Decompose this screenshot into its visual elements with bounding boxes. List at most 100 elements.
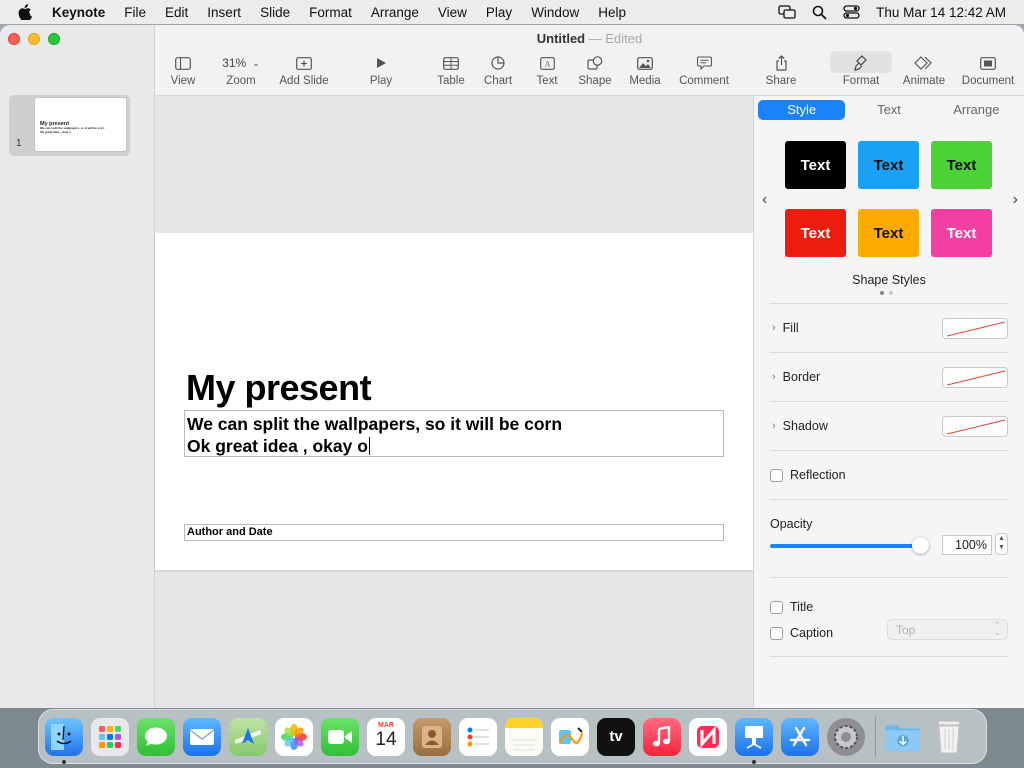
chevron-down-icon: ⌄ xyxy=(252,57,260,68)
control-center-icon[interactable] xyxy=(843,5,860,19)
apple-tv-icon[interactable]: tv xyxy=(597,717,635,756)
shadow-disclosure[interactable]: › Shadow xyxy=(772,419,828,433)
menu-edit[interactable]: Edit xyxy=(165,5,188,20)
fill-label: Fill xyxy=(782,321,799,335)
search-icon[interactable] xyxy=(812,5,827,20)
screen-mirroring-icon[interactable] xyxy=(778,5,796,19)
chevron-left-icon[interactable]: ‹ xyxy=(762,191,767,209)
shadow-well[interactable] xyxy=(942,416,1008,437)
menu-slide[interactable]: Slide xyxy=(260,5,290,20)
document-icon xyxy=(958,52,1018,74)
opacity-field[interactable]: 100% xyxy=(942,535,992,555)
finder-icon[interactable] xyxy=(45,717,83,764)
play-button[interactable]: Play xyxy=(365,52,397,87)
app-store-icon[interactable] xyxy=(781,717,819,756)
comment-button[interactable]: Comment xyxy=(676,52,732,87)
chevron-right-icon[interactable]: › xyxy=(1013,191,1018,209)
close-window-button[interactable] xyxy=(8,33,20,45)
menu-keynote[interactable]: Keynote xyxy=(52,5,105,20)
reminders-icon[interactable] xyxy=(459,717,497,756)
border-well[interactable] xyxy=(942,367,1008,388)
animate-button[interactable]: Animate xyxy=(899,52,949,87)
title-checkbox[interactable] xyxy=(770,600,783,614)
slide-thumbnail[interactable]: My present We can split the wallpapers, … xyxy=(35,98,126,151)
no-fill-icon xyxy=(946,321,1006,337)
caption-option[interactable]: Caption xyxy=(770,626,833,640)
menu-insert[interactable]: Insert xyxy=(207,5,241,20)
menu-view[interactable]: View xyxy=(438,5,467,20)
slide-title[interactable]: My present xyxy=(186,367,372,409)
calendar-icon[interactable]: MAR 14 xyxy=(367,717,405,756)
photos-icon[interactable] xyxy=(275,717,313,756)
shape-style-swatch[interactable]: Text xyxy=(931,141,992,189)
updown-chevron-icon: ⌃ ⌄ xyxy=(993,620,1001,637)
music-icon[interactable] xyxy=(643,717,681,756)
menu-arrange[interactable]: Arrange xyxy=(371,5,419,20)
shape-style-swatch[interactable]: Text xyxy=(931,209,992,257)
trash-icon[interactable] xyxy=(930,718,968,756)
mail-icon[interactable] xyxy=(183,717,221,756)
menu-help[interactable]: Help xyxy=(598,5,626,20)
shape-style-swatch[interactable]: Text xyxy=(858,141,919,189)
freeform-icon[interactable] xyxy=(551,717,589,756)
reflection-option[interactable]: Reflection xyxy=(770,468,846,482)
document-button[interactable]: Document xyxy=(958,52,1018,87)
opacity-slider-track[interactable] xyxy=(770,544,920,548)
tab-text[interactable]: Text xyxy=(845,100,932,120)
zoom-control[interactable]: 31% ⌄ Zoom xyxy=(213,52,269,87)
minimize-window-button[interactable] xyxy=(28,33,40,45)
launchpad-icon[interactable] xyxy=(91,717,129,756)
table-button[interactable]: Table xyxy=(435,52,467,87)
shape-style-swatch[interactable]: Text xyxy=(785,141,846,189)
shape-icon xyxy=(577,52,613,74)
add-slide-icon xyxy=(277,52,331,74)
document-label: Document xyxy=(961,75,1015,87)
body-text-box[interactable]: We can split the wallpapers, so it will … xyxy=(184,410,724,457)
page-dot[interactable] xyxy=(889,291,893,295)
apple-icon[interactable] xyxy=(18,4,36,20)
opacity-slider-knob[interactable] xyxy=(912,537,929,554)
title-position-popup[interactable]: Top ⌃ ⌄ xyxy=(887,619,1008,640)
media-button[interactable]: Media xyxy=(627,52,663,87)
maps-icon[interactable] xyxy=(229,717,267,756)
tab-style[interactable]: Style xyxy=(758,100,846,120)
messages-icon[interactable] xyxy=(137,717,175,756)
news-icon[interactable] xyxy=(689,717,727,756)
tab-arrange[interactable]: Arrange xyxy=(933,100,1020,120)
view-button[interactable]: View xyxy=(165,52,201,87)
notes-icon[interactable] xyxy=(505,717,543,756)
shape-style-swatch[interactable]: Text xyxy=(785,209,846,257)
contacts-icon[interactable] xyxy=(413,717,451,756)
system-settings-icon[interactable] xyxy=(827,717,865,756)
inspector-tabs: Style Text Arrange xyxy=(758,100,1020,120)
document-name[interactable]: Untitled xyxy=(537,31,585,46)
add-slide-button[interactable]: Add Slide xyxy=(277,52,331,87)
menubar-clock[interactable]: Thu Mar 14 12:42 AM xyxy=(876,5,1006,20)
chart-button[interactable]: Chart xyxy=(482,52,514,87)
facetime-icon[interactable] xyxy=(321,717,359,756)
shape-button[interactable]: Shape xyxy=(577,52,613,87)
fill-well[interactable] xyxy=(942,318,1008,339)
fill-disclosure[interactable]: › Fill xyxy=(772,321,799,335)
slide[interactable]: My present We can split the wallpapers, … xyxy=(155,233,753,570)
border-disclosure[interactable]: › Border xyxy=(772,370,820,384)
menu-format[interactable]: Format xyxy=(309,5,352,20)
fullscreen-window-button[interactable] xyxy=(48,33,60,45)
add-slide-label: Add Slide xyxy=(279,75,329,87)
menu-window[interactable]: Window xyxy=(531,5,579,20)
opacity-stepper[interactable]: ▲ ▼ xyxy=(995,533,1008,555)
caption-checkbox[interactable] xyxy=(770,626,783,640)
title-option[interactable]: Title xyxy=(770,600,813,614)
downloads-folder-icon[interactable] xyxy=(884,718,922,756)
author-date-box[interactable]: Author and Date xyxy=(184,524,724,541)
menu-file[interactable]: File xyxy=(124,5,146,20)
reflection-checkbox[interactable] xyxy=(770,468,783,482)
shape-style-swatch[interactable]: Text xyxy=(858,209,919,257)
chevron-right-icon: › xyxy=(772,322,776,334)
keynote-icon[interactable] xyxy=(735,717,773,764)
page-dot-active[interactable] xyxy=(880,291,884,295)
format-button[interactable]: Format xyxy=(836,52,886,87)
text-button[interactable]: A Text xyxy=(532,52,562,87)
menu-play[interactable]: Play xyxy=(486,5,512,20)
share-button[interactable]: Share xyxy=(764,52,798,87)
